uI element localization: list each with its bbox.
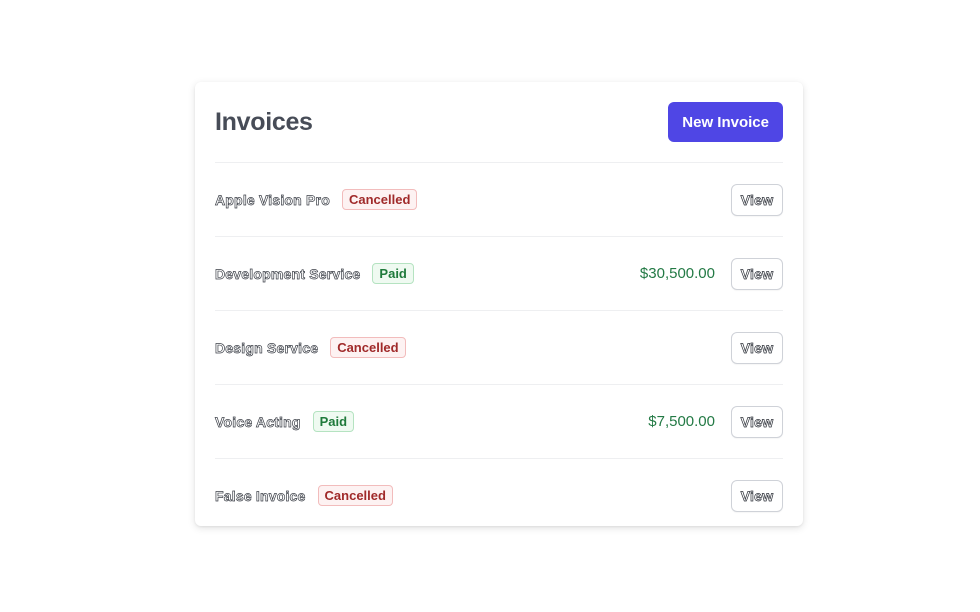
invoice-name: Apple Vision Pro <box>215 191 330 208</box>
page-title: Invoices <box>215 107 313 136</box>
view-button[interactable]: View <box>731 331 783 364</box>
invoice-row: Voice Acting Paid $7,500.00 View <box>215 385 783 459</box>
invoice-row: False Invoice Cancelled View <box>215 459 783 532</box>
view-button[interactable]: View <box>731 405 783 438</box>
invoice-name: Voice Acting <box>215 413 301 430</box>
status-badge: Paid <box>312 411 355 432</box>
invoice-amount: $30,500.00 <box>639 265 715 282</box>
view-button[interactable]: View <box>731 257 783 290</box>
invoices-card: Invoices New Invoice Apple Vision Pro Ca… <box>195 82 803 526</box>
invoice-name: Design Service <box>215 339 319 356</box>
invoice-row: Design Service Cancelled View <box>215 311 783 385</box>
status-badge: Cancelled <box>341 189 418 210</box>
invoice-list: Apple Vision Pro Cancelled View Developm… <box>215 163 783 532</box>
status-badge: Cancelled <box>317 485 393 506</box>
status-badge: Cancelled <box>330 337 406 358</box>
invoice-amount: $7,500.00 <box>648 413 715 430</box>
invoice-name: False Invoice <box>215 487 306 504</box>
invoice-row: Apple Vision Pro Cancelled View <box>215 163 783 237</box>
status-badge: Paid <box>372 263 414 284</box>
invoice-row: Development Service Paid $30,500.00 View <box>215 237 783 311</box>
view-button[interactable]: View <box>731 183 783 216</box>
new-invoice-button[interactable]: New Invoice <box>668 102 783 142</box>
view-button[interactable]: View <box>731 479 783 512</box>
invoice-name: Development Service <box>215 265 361 282</box>
card-header: Invoices New Invoice <box>215 82 783 163</box>
